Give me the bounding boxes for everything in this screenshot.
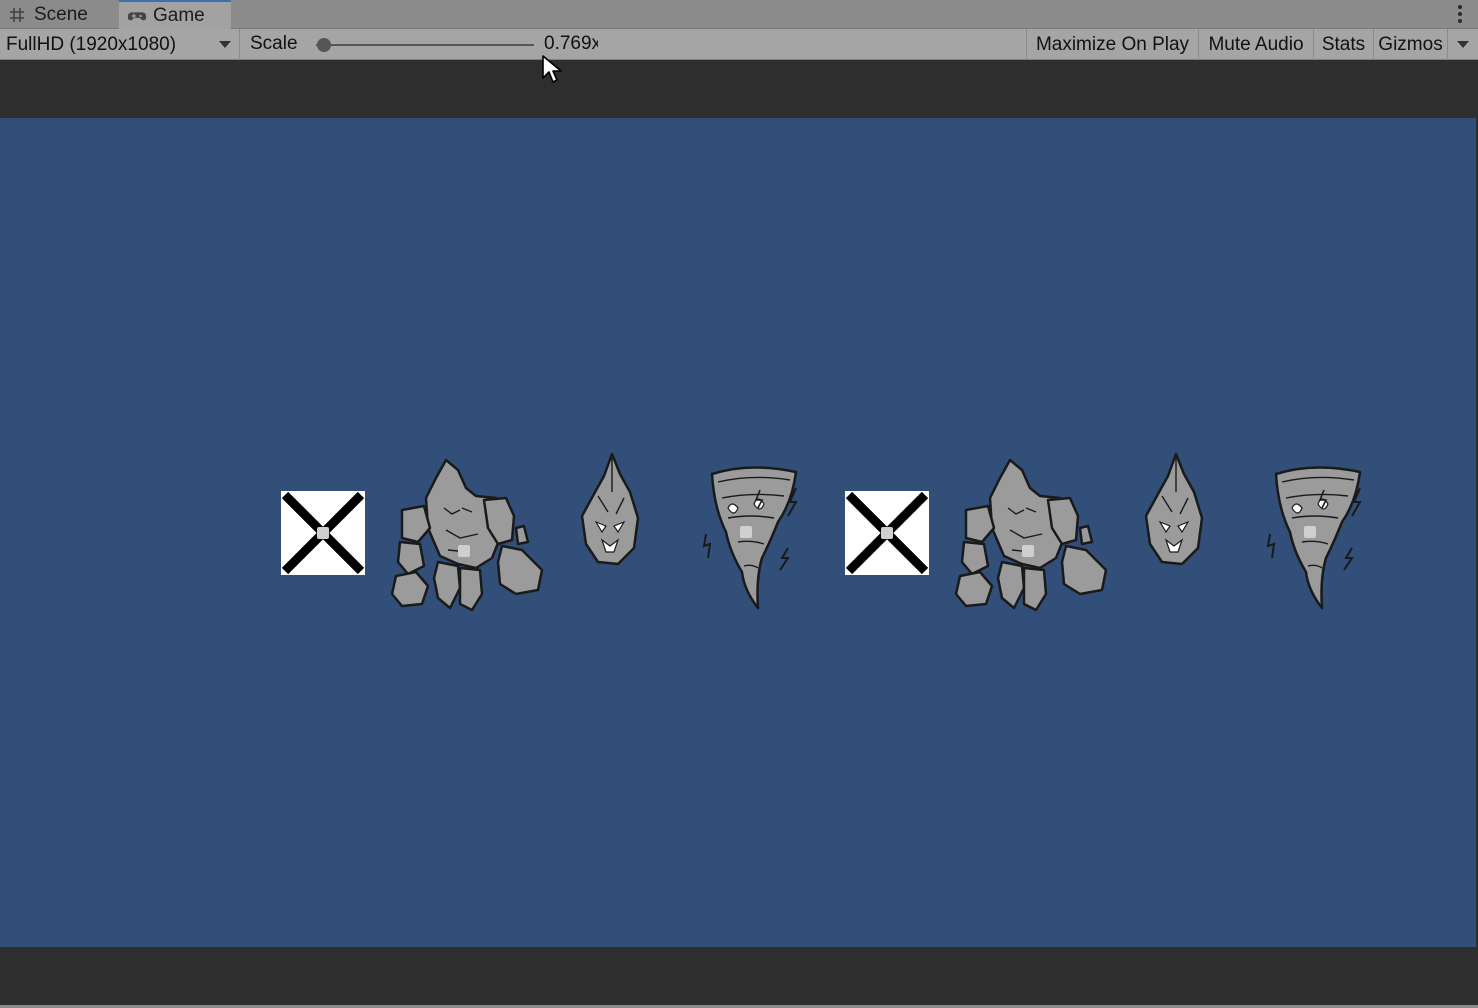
rock-shard-sprite: [580, 452, 640, 566]
scale-slider-thumb[interactable]: [317, 38, 331, 52]
stats-button[interactable]: Stats: [1313, 29, 1373, 60]
resolution-dropdown[interactable]: FullHD (1920x1080): [0, 29, 240, 60]
rock-shard-sprite: [1144, 452, 1204, 566]
rock-golem-sprite: [390, 458, 544, 612]
scale-value: 0.769x: [544, 33, 598, 54]
mute-audio-button[interactable]: Mute Audio: [1198, 29, 1313, 60]
tab-scene-label: Scene: [34, 3, 88, 25]
more-options-icon[interactable]: [1458, 5, 1462, 23]
rock-golem-sprite: [954, 458, 1108, 612]
grid-hash-icon: [10, 7, 24, 22]
gamepad-icon: [127, 11, 147, 20]
tab-game-label: Game: [153, 4, 205, 26]
letterbox-top: [0, 60, 1478, 118]
gizmos-button[interactable]: Gizmos: [1373, 29, 1447, 60]
chevron-down-icon: [1457, 41, 1469, 48]
resolution-value: FullHD (1920x1080): [6, 33, 177, 55]
missing-texture-x-sprite: [845, 491, 929, 575]
game-view-toolbar: FullHD (1920x1080) Scale 0.769x Maximize…: [0, 29, 1478, 60]
chevron-down-icon: [219, 41, 231, 48]
game-render-area[interactable]: [0, 118, 1476, 947]
maximize-on-play-button[interactable]: Maximize On Play: [1026, 29, 1198, 60]
letterbox-bottom: [0, 947, 1478, 1005]
scale-label: Scale: [250, 33, 298, 54]
mouse-cursor-icon: [542, 55, 562, 83]
storm-tornado-sprite: [702, 466, 798, 610]
storm-tornado-sprite: [1266, 466, 1362, 610]
missing-texture-x-sprite: [281, 491, 365, 575]
window-tab-bar: Scene Game: [0, 0, 1478, 29]
tab-scene[interactable]: Scene: [8, 0, 116, 29]
scale-slider-track[interactable]: [316, 44, 534, 46]
gizmos-dropdown[interactable]: [1447, 29, 1478, 60]
tab-game[interactable]: Game: [119, 0, 231, 29]
